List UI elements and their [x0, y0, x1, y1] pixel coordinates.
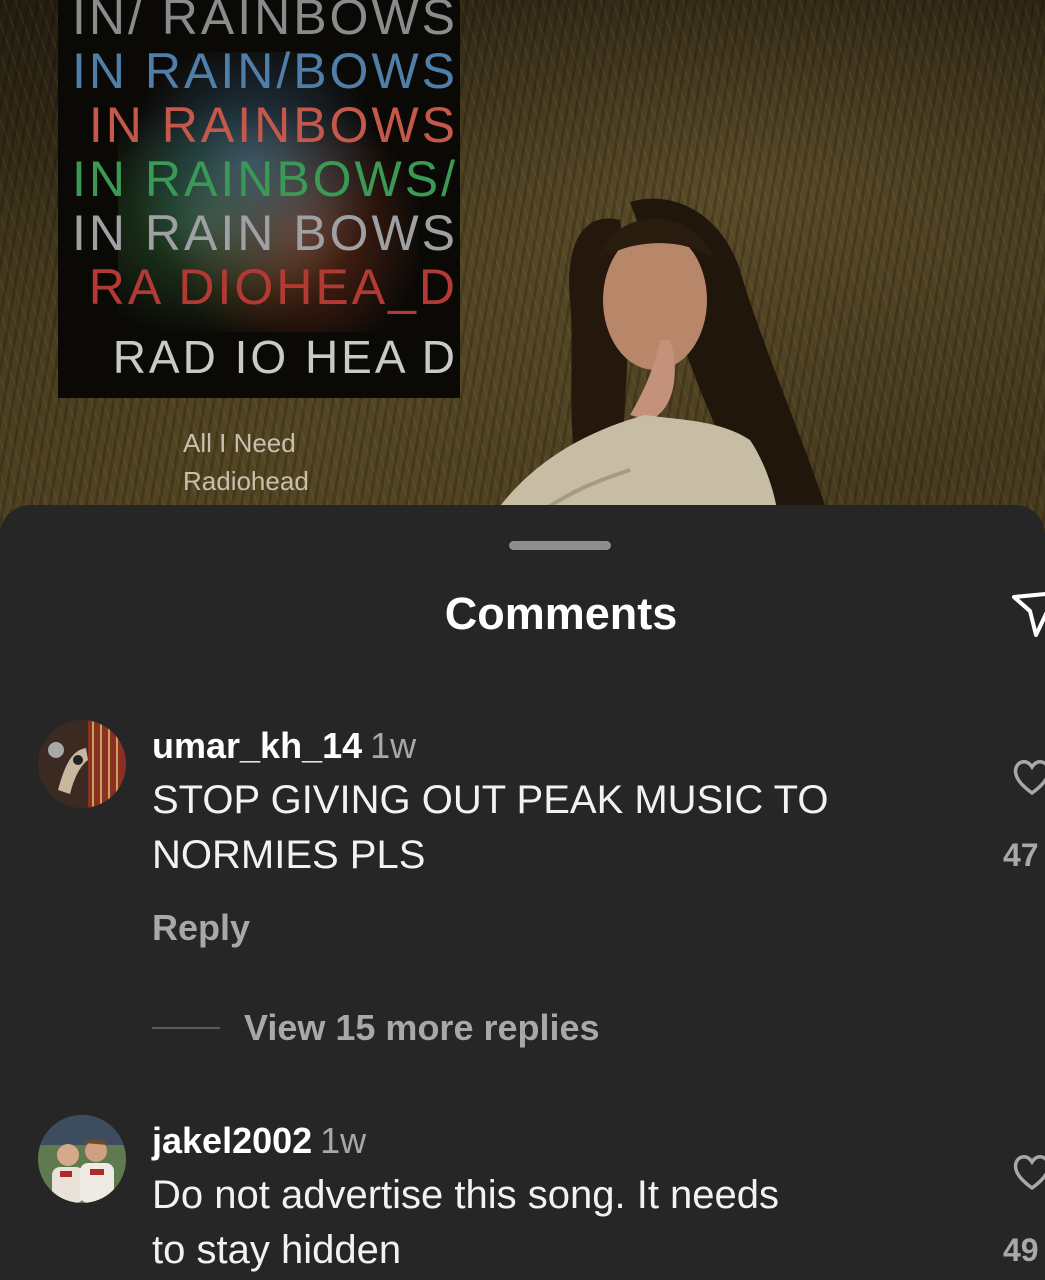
avatar-image — [38, 1115, 126, 1203]
heart-icon[interactable] — [1012, 1152, 1045, 1192]
person-figure — [470, 198, 830, 540]
song-info[interactable]: All I Need Radiohead — [183, 424, 309, 500]
reply-button[interactable]: Reply — [152, 907, 250, 949]
send-icon[interactable] — [1010, 583, 1045, 643]
comment-text: Do not advertise this song. It needs to … — [152, 1168, 952, 1278]
divider — [152, 1027, 220, 1029]
song-artist: Radiohead — [183, 466, 309, 496]
avatar-image — [38, 720, 126, 808]
avatar[interactable] — [38, 720, 126, 808]
heart-icon[interactable] — [1012, 757, 1045, 797]
album-text-line: IN RAINBOWS/ — [71, 151, 458, 207]
album-cover: IN/ RAINBOWS IN RAIN/BOWS IN RAINBOWS IN… — [58, 0, 460, 398]
drag-handle[interactable] — [509, 541, 611, 550]
comment-username[interactable]: jakel2002 — [152, 1120, 312, 1161]
song-title: All I Need — [183, 428, 296, 458]
album-text-line: IN RAIN/BOWS — [71, 43, 458, 99]
album-text-line: IN RAINBOWS — [88, 97, 458, 153]
video-background[interactable]: IN/ RAINBOWS IN RAIN/BOWS IN RAINBOWS IN… — [0, 0, 1045, 540]
comment-time: 1w — [320, 1120, 367, 1161]
comment-meta: jakel2002 1w — [152, 1120, 366, 1162]
comment-text-line: Do not advertise this song. It needs — [152, 1173, 780, 1217]
comment-text-line: NORMIES PLS — [152, 833, 426, 877]
comment-text: STOP GIVING OUT PEAK MUSIC TO NORMIES PL… — [152, 773, 952, 883]
comment-text-line: to stay hidden — [152, 1228, 402, 1272]
comment-username[interactable]: umar_kh_14 — [152, 725, 362, 766]
comment-time: 1w — [370, 725, 417, 766]
like-count: 47 — [1003, 837, 1039, 873]
album-text-line: IN/ RAINBOWS — [71, 0, 458, 45]
album-text-line: RA DIOHEA_D — [88, 259, 458, 315]
sheet-title: Comments — [444, 588, 678, 639]
view-more-replies-label: View 15 more replies — [244, 1007, 600, 1048]
album-text-line: RAD IO HEA D — [112, 331, 458, 383]
avatar[interactable] — [38, 1115, 126, 1203]
comments-sheet: Comments umar_kh_14 1w STOP GIVING OUT PE… — [0, 505, 1045, 1280]
comment-text-line: STOP GIVING OUT PEAK MUSIC TO — [152, 778, 829, 822]
album-text-line: IN RAIN BOWS — [71, 205, 458, 261]
comment-meta: umar_kh_14 1w — [152, 725, 416, 767]
like-count: 49 — [1003, 1232, 1039, 1268]
